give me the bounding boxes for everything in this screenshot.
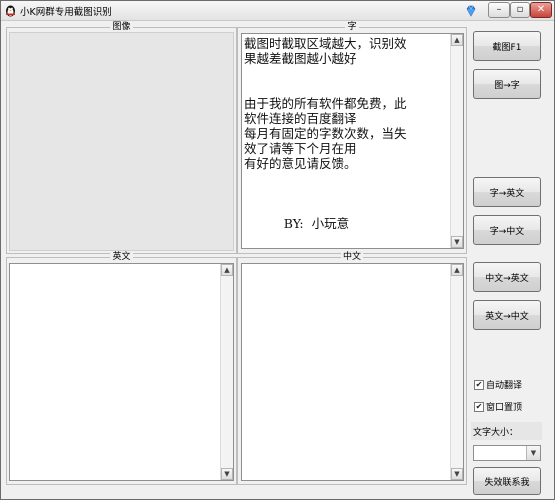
- always-on-top-label: 窗口置顶: [486, 403, 523, 413]
- penguin-icon: [6, 5, 15, 17]
- main-window: 小K网群专用截图识别 – ▫ ✕ 图像 字 截图时截取区域越大，识别效 果越差截…: [0, 0, 555, 500]
- close-icon: ✕: [536, 4, 546, 15]
- auto-translate-label: 自动翻译: [486, 381, 523, 391]
- chinese-to-english-button[interactable]: 中文→英文: [473, 262, 541, 292]
- minimize-icon: –: [496, 4, 502, 15]
- scroll-down-icon[interactable]: ▼: [221, 468, 233, 480]
- image-to-text-button[interactable]: 图→字: [473, 69, 541, 99]
- chinese-text: [244, 266, 449, 478]
- text-to-english-button[interactable]: 字→英文: [473, 177, 541, 207]
- recognized-text-box[interactable]: 截图时截取区域越大，识别效 果越差截图越小越好 由于我的所有软件都免费，此 软件…: [241, 33, 464, 249]
- check-icon[interactable]: ✔: [474, 401, 484, 412]
- check-icon[interactable]: ✔: [474, 379, 484, 390]
- always-on-top-checkbox[interactable]: ✔ 窗口置顶: [474, 400, 522, 413]
- text-group-label: 字: [345, 22, 359, 32]
- image-group-label: 图像: [110, 22, 133, 32]
- maximize-button[interactable]: ▫: [510, 2, 530, 18]
- image-preview[interactable]: [9, 32, 234, 251]
- screenshot-button[interactable]: 截图F1: [473, 31, 541, 61]
- scroll-up-icon[interactable]: ▲: [221, 264, 233, 276]
- chinese-scrollbar[interactable]: ▲ ▼: [450, 264, 463, 480]
- maximize-icon: ▫: [516, 4, 524, 15]
- gem-icon[interactable]: [465, 5, 477, 17]
- chevron-down-icon[interactable]: ▼: [526, 446, 540, 460]
- minimize-button[interactable]: –: [488, 2, 510, 18]
- text-to-chinese-button[interactable]: 字→中文: [473, 215, 541, 245]
- close-button[interactable]: ✕: [530, 2, 552, 18]
- font-size-label: 文字大小：: [471, 422, 542, 440]
- text-scrollbar[interactable]: ▲ ▼: [450, 34, 463, 248]
- english-text-box[interactable]: ▲ ▼: [9, 263, 234, 481]
- english-text: [12, 266, 219, 478]
- auto-translate-checkbox[interactable]: ✔ 自动翻译: [474, 378, 522, 391]
- scroll-up-icon[interactable]: ▲: [451, 264, 463, 276]
- window-title: 小K网群专用截图识别: [20, 7, 112, 18]
- title-bar[interactable]: 小K网群专用截图识别 – ▫ ✕: [1, 1, 554, 21]
- scroll-up-icon[interactable]: ▲: [451, 34, 463, 46]
- scroll-down-icon[interactable]: ▼: [451, 236, 463, 248]
- scroll-down-icon[interactable]: ▼: [451, 468, 463, 480]
- chinese-text-box[interactable]: ▲ ▼: [241, 263, 464, 481]
- english-scrollbar[interactable]: ▲ ▼: [220, 264, 233, 480]
- recognized-text: 截图时截取区域越大，识别效 果越差截图越小越好 由于我的所有软件都免费，此 软件…: [244, 36, 407, 231]
- contact-button[interactable]: 失效联系我: [473, 467, 541, 495]
- english-to-chinese-button[interactable]: 英文→中文: [473, 300, 541, 330]
- font-size-select[interactable]: ▼: [473, 445, 541, 461]
- chinese-group-label: 中文: [340, 252, 363, 262]
- english-group-label: 英文: [110, 252, 133, 262]
